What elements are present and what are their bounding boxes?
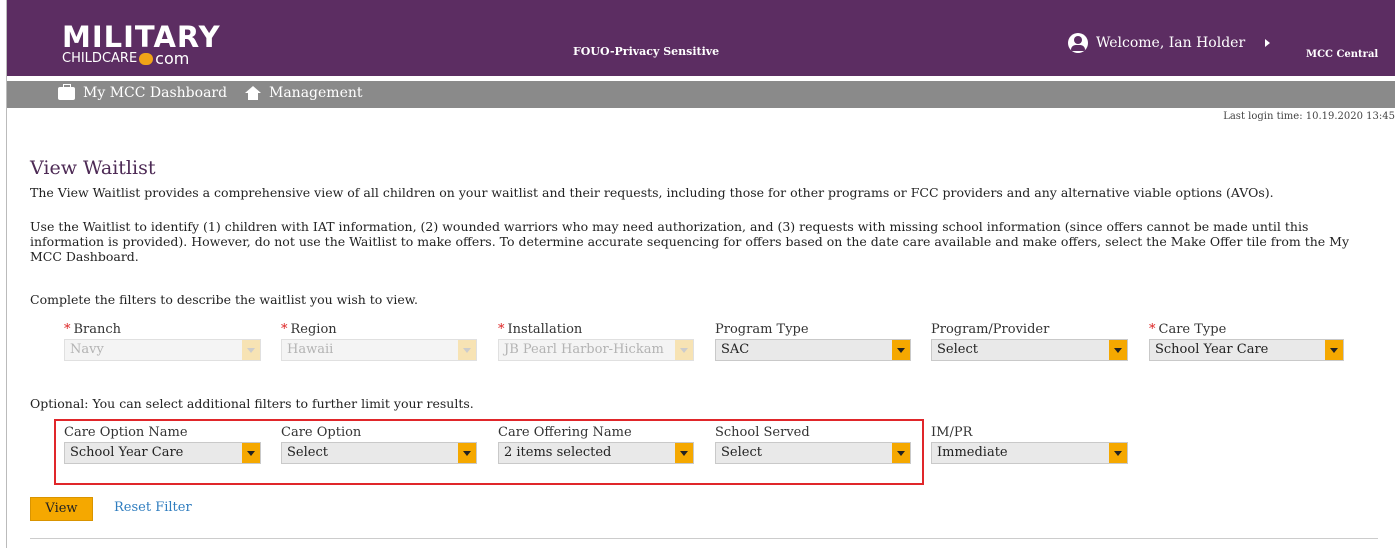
logo-domain: com xyxy=(155,49,190,68)
care-option-name-value: School Year Care xyxy=(70,445,184,460)
intro-text: The View Waitlist provides a comprehensi… xyxy=(30,185,1274,200)
required-marker: * xyxy=(1149,322,1156,337)
logo-sub-text: CHILDCARE com xyxy=(62,49,221,68)
care-type-filter: * Care Type School Year Care xyxy=(1149,322,1344,361)
region-select: Hawaii xyxy=(281,339,477,361)
installation-select: JB Pearl Harbor-Hickam xyxy=(498,339,694,361)
branch-filter: * Branch Navy xyxy=(64,322,261,361)
care-option-label: Care Option xyxy=(281,425,362,440)
logo[interactable]: MILITARY CHILDCARE com xyxy=(62,20,221,68)
program-type-select[interactable]: SAC xyxy=(715,339,911,361)
region-filter: * Region Hawaii xyxy=(281,322,477,361)
chevron-down-icon[interactable] xyxy=(458,443,476,463)
divider xyxy=(30,538,1378,539)
im-pr-select[interactable]: Immediate xyxy=(931,442,1128,464)
required-marker: * xyxy=(64,322,71,337)
chevron-down-icon[interactable] xyxy=(1109,340,1127,360)
care-type-select[interactable]: School Year Care xyxy=(1149,339,1344,361)
chevron-down-icon[interactable] xyxy=(892,443,910,463)
classification-banner: FOUO-Privacy Sensitive xyxy=(573,45,720,58)
nav-management[interactable]: Management xyxy=(245,85,363,101)
required-marker: * xyxy=(498,322,505,337)
chevron-down-icon xyxy=(458,340,476,360)
user-menu[interactable]: Welcome, Ian Holder xyxy=(1068,33,1271,53)
installation-value: JB Pearl Harbor-Hickam xyxy=(504,342,664,357)
chevron-down-icon[interactable] xyxy=(1325,340,1343,360)
filters-instructions: Complete the filters to describe the wai… xyxy=(30,292,418,307)
region-label: Region xyxy=(290,322,337,337)
logo-dot-icon xyxy=(139,53,154,65)
nav-management-label: Management xyxy=(269,85,363,101)
school-served-select[interactable]: Select xyxy=(715,442,911,464)
briefcase-icon xyxy=(58,83,75,100)
care-option-value: Select xyxy=(287,445,328,460)
logo-main-text: MILITARY xyxy=(62,20,221,54)
care-type-label: Care Type xyxy=(1158,322,1227,337)
program-type-label: Program Type xyxy=(715,322,809,337)
branch-label: Branch xyxy=(73,322,122,337)
care-offering-name-filter: Care Offering Name 2 items selected xyxy=(498,425,694,464)
main-nav: My MCC Dashboard Management xyxy=(7,81,1395,108)
im-pr-label: IM/PR xyxy=(931,425,973,440)
program-type-filter: Program Type SAC xyxy=(715,322,911,361)
im-pr-filter: IM/PR Immediate xyxy=(931,425,1128,464)
page-title: View Waitlist xyxy=(30,157,156,179)
care-option-filter: Care Option Select xyxy=(281,425,477,464)
im-pr-value: Immediate xyxy=(937,445,1008,460)
nav-dashboard[interactable]: My MCC Dashboard xyxy=(58,83,228,101)
chevron-down-icon[interactable] xyxy=(892,340,910,360)
care-option-name-select[interactable]: School Year Care xyxy=(64,442,261,464)
care-option-name-label: Care Option Name xyxy=(64,425,188,440)
school-served-filter: School Served Select xyxy=(715,425,911,464)
usage-text: Use the Waitlist to identify (1) childre… xyxy=(30,219,1350,264)
chevron-down-icon[interactable] xyxy=(242,443,260,463)
care-offering-name-value: 2 items selected xyxy=(504,445,612,460)
school-served-value: Select xyxy=(721,445,762,460)
care-offering-name-label: Care Offering Name xyxy=(498,425,632,440)
branch-select: Navy xyxy=(64,339,261,361)
installation-label: Installation xyxy=(507,322,583,337)
home-icon xyxy=(245,86,261,100)
logo-childcare: CHILDCARE xyxy=(62,51,138,66)
welcome-text: Welcome, Ian Holder xyxy=(1096,35,1246,51)
program-type-value: SAC xyxy=(721,342,750,357)
last-login-time: Last login time: 10.19.2020 13:45 xyxy=(1223,111,1395,122)
user-avatar-icon xyxy=(1068,33,1088,53)
care-option-name-filter: Care Option Name School Year Care xyxy=(64,425,261,464)
view-button[interactable]: View xyxy=(30,497,93,521)
top-header: MILITARY CHILDCARE com FOUO-Privacy Sens… xyxy=(7,0,1395,76)
care-option-select[interactable]: Select xyxy=(281,442,477,464)
program-provider-select[interactable]: Select xyxy=(931,339,1128,361)
mcc-central-link[interactable]: MCC Central xyxy=(1306,49,1378,60)
program-provider-value: Select xyxy=(937,342,978,357)
chevron-down-icon[interactable] xyxy=(675,443,693,463)
branch-value: Navy xyxy=(70,342,104,357)
caret-right-icon xyxy=(1265,39,1271,47)
care-offering-name-select[interactable]: 2 items selected xyxy=(498,442,694,464)
required-marker: * xyxy=(281,322,288,337)
chevron-down-icon xyxy=(242,340,260,360)
program-provider-filter: Program/Provider Select xyxy=(931,322,1128,361)
care-type-value: School Year Care xyxy=(1155,342,1269,357)
program-provider-label: Program/Provider xyxy=(931,322,1050,337)
chevron-down-icon[interactable] xyxy=(1109,443,1127,463)
optional-instructions: Optional: You can select additional filt… xyxy=(30,396,474,411)
installation-filter: * Installation JB Pearl Harbor-Hickam xyxy=(498,322,694,361)
nav-dashboard-label: My MCC Dashboard xyxy=(83,85,228,101)
school-served-label: School Served xyxy=(715,425,810,440)
reset-filter-link[interactable]: Reset Filter xyxy=(114,500,192,515)
region-value: Hawaii xyxy=(287,342,334,357)
chevron-down-icon xyxy=(675,340,693,360)
